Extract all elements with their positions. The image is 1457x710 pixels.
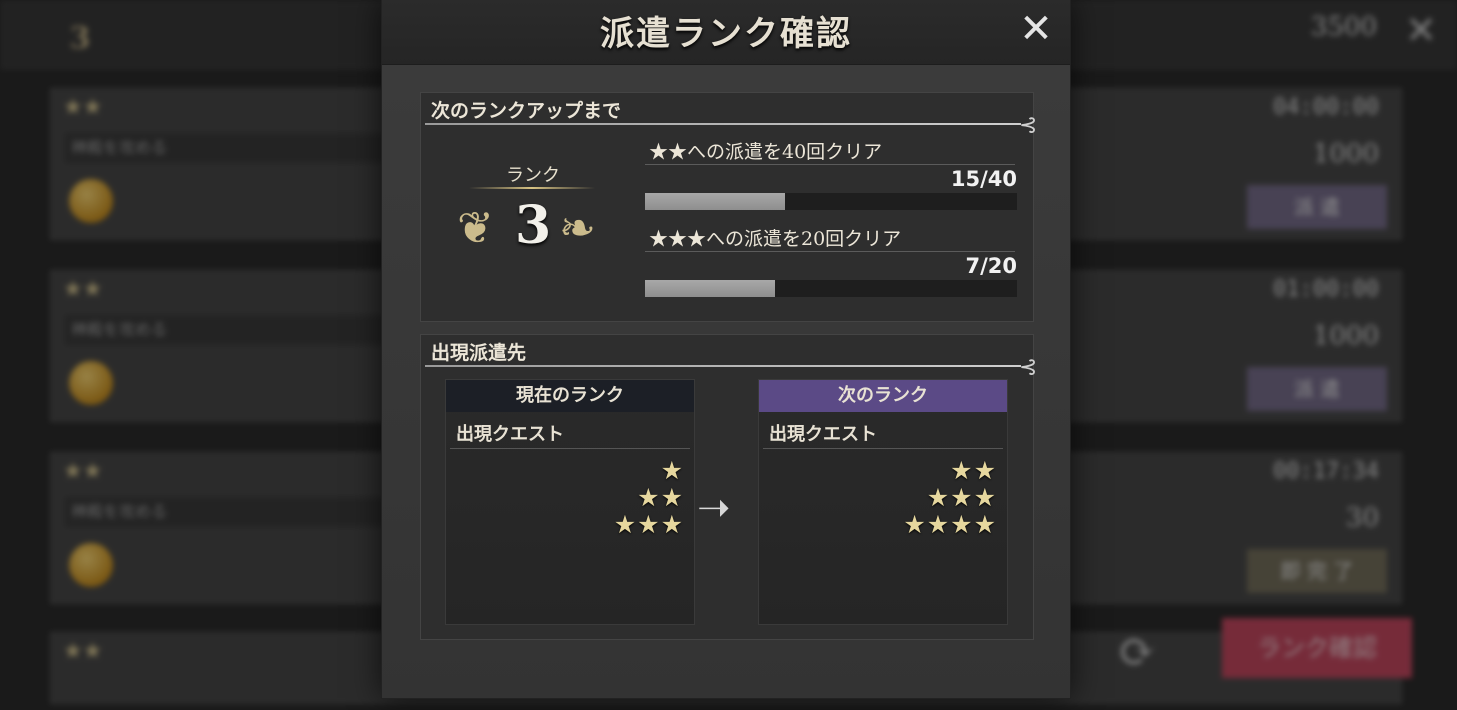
- condition-progress-bar: [645, 280, 1017, 297]
- card-cost: 30: [1345, 503, 1379, 533]
- condition-count: 7/20: [965, 254, 1017, 278]
- rank-wing-right-icon: ❧: [559, 203, 596, 254]
- star-row: ★★★: [926, 483, 997, 512]
- orb-icon: [69, 543, 113, 587]
- card-complete-button: 即 完 了: [1247, 549, 1387, 593]
- arrow-right-icon: ➝: [697, 485, 731, 531]
- card-timer: 01:00:00: [1273, 277, 1379, 302]
- star-row: ★: [660, 456, 684, 485]
- destinations-heading: 出現派遣先: [431, 342, 527, 364]
- rank-label-underline: [469, 187, 595, 189]
- condition-progress-fill: [645, 193, 785, 210]
- current-rank-column: 現在のランク 出現クエスト ★ ★★ ★★★: [445, 379, 695, 625]
- ornament-icon: ⊰: [1019, 113, 1038, 138]
- card-name: 神殿を攻める: [65, 133, 391, 163]
- card-timer: 04:00:00: [1273, 95, 1379, 120]
- condition-divider: [645, 164, 1015, 165]
- orb-icon: [69, 361, 113, 405]
- dialog-header: 派遣ランク確認 ✕: [382, 0, 1070, 65]
- card-stars: ★★: [63, 277, 103, 302]
- rank-label: ランク: [506, 165, 560, 186]
- section-divider: [425, 365, 1021, 367]
- refresh-icon: ⟳: [1118, 624, 1157, 678]
- star-row: ★★: [637, 483, 684, 512]
- condition-text: ★★への派遣を40回クリア: [649, 141, 883, 163]
- dialog-title: 派遣ランク確認: [600, 14, 852, 54]
- card-dispatch-button: 派 遣: [1247, 185, 1387, 229]
- rank-confirm-dialog: 派遣ランク確認 ✕ 次のランクアップまで ⊰ ランク ❦ 3 ❧ ★★への派遣を…: [382, 0, 1070, 698]
- card-name: 神殿を攻める: [65, 315, 391, 345]
- next-rankup-section: 次のランクアップまで ⊰ ランク ❦ 3 ❧ ★★への派遣を40回クリア 15/…: [420, 92, 1038, 322]
- subheading-divider: [450, 448, 690, 449]
- quest-subheading: 出現クエスト: [769, 424, 877, 445]
- next-rankup-heading: 次のランクアップまで: [431, 100, 622, 122]
- orb-icon: [69, 179, 113, 223]
- card-cost: 1000: [1312, 139, 1379, 169]
- card-timer: 00:17:34: [1273, 459, 1379, 484]
- card-name: 神殿を攻める: [65, 497, 391, 527]
- background-close-icon: ✕: [1405, 8, 1437, 52]
- destinations-section: 出現派遣先 ⊰ 現在のランク 出現クエスト ★ ★★ ★★★ ➝ 次のランク 出…: [420, 334, 1038, 640]
- card-stars: ★★: [63, 639, 103, 664]
- next-rank-header: 次のランク: [759, 380, 1007, 412]
- background-coin-amount: 3500: [1310, 12, 1377, 42]
- card-dispatch-button: 派 遣: [1247, 367, 1387, 411]
- card-cost: 1000: [1312, 321, 1379, 351]
- rank-wing-left-icon: ❦: [457, 203, 494, 254]
- condition-text: ★★★への派遣を20回クリア: [649, 228, 902, 250]
- condition-divider: [645, 251, 1015, 252]
- condition-progress-fill: [645, 280, 776, 297]
- condition-count: 15/40: [950, 167, 1017, 191]
- star-row: ★★★★: [903, 510, 997, 539]
- rank-confirm-button: ランク確認: [1222, 618, 1412, 678]
- close-icon[interactable]: ✕: [1016, 9, 1056, 50]
- current-rank-header: 現在のランク: [446, 380, 694, 412]
- next-rank-column: 次のランク 出現クエスト ★★ ★★★ ★★★★: [758, 379, 1008, 625]
- card-stars: ★★: [63, 459, 103, 484]
- star-row: ★★★: [613, 510, 684, 539]
- quest-subheading: 出現クエスト: [456, 424, 564, 445]
- condition-progress-bar: [645, 193, 1017, 210]
- ornament-icon: ⊰: [1019, 355, 1038, 380]
- card-stars: ★★: [63, 95, 103, 120]
- rank-value: 3: [515, 195, 552, 256]
- subheading-divider: [763, 448, 1003, 449]
- section-divider: [425, 123, 1021, 125]
- star-row: ★★: [950, 456, 997, 485]
- background-rank-emblem: 3: [69, 21, 91, 56]
